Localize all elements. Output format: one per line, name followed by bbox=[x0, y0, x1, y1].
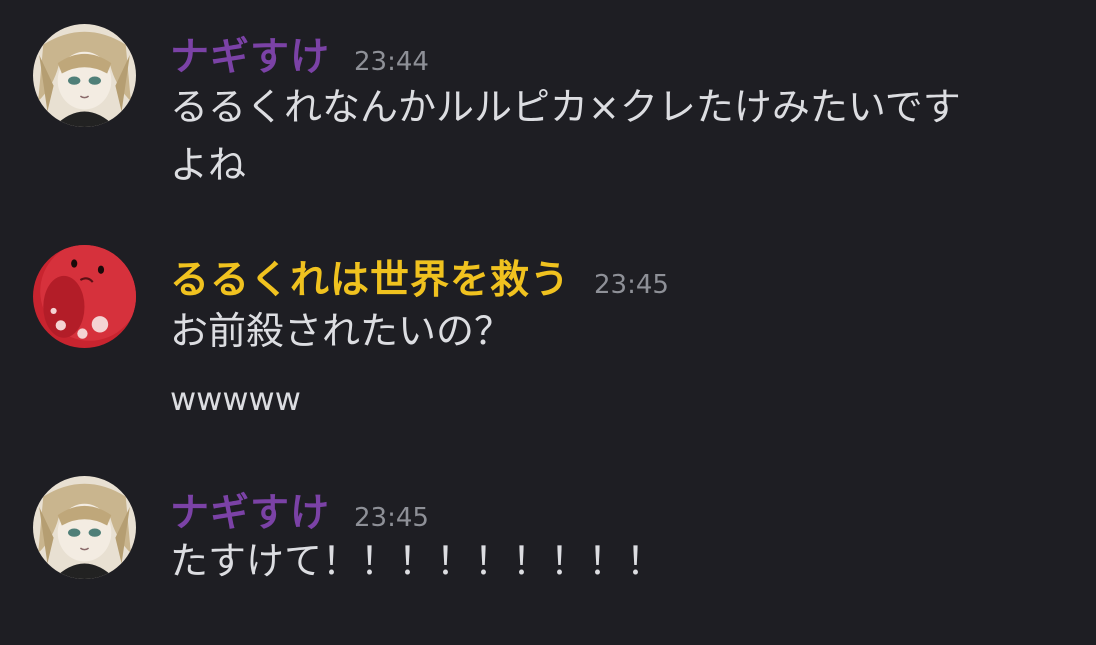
timestamp: 23:45 bbox=[354, 503, 429, 533]
username[interactable]: ナギすけ bbox=[170, 26, 330, 82]
username[interactable]: ナギすけ bbox=[170, 482, 330, 538]
message-text: たすけて！！！！！！！！！ bbox=[170, 539, 665, 583]
username[interactable]: るるくれは世界を救う bbox=[170, 249, 570, 305]
chat-message: ナギすけ 23:45 たすけて！！！！！！！！！ bbox=[0, 455, 1096, 625]
chat-message: ナギすけ 23:44 るるくれなんかルルピカ×クレたけみたいです よね bbox=[0, 0, 1096, 200]
timestamp: 23:45 bbox=[594, 270, 669, 300]
message-text: お前殺されたいの？ bbox=[170, 309, 513, 353]
user-avatar[interactable] bbox=[33, 245, 136, 348]
user-avatar[interactable] bbox=[33, 476, 136, 579]
user-avatar[interactable] bbox=[33, 24, 136, 127]
message-text: wwwww bbox=[170, 380, 301, 418]
anime-girl-avatar-icon bbox=[33, 24, 136, 127]
message-text: よね bbox=[170, 143, 247, 187]
chat-message: るるくれは世界を救う 23:45 お前殺されたいの？ wwwww bbox=[0, 220, 1096, 440]
message-text: るるくれなんかルルピカ×クレたけみたいです bbox=[170, 85, 961, 129]
red-ball-creature-avatar-icon bbox=[33, 245, 136, 348]
timestamp: 23:44 bbox=[354, 47, 429, 77]
anime-girl-avatar-icon bbox=[33, 476, 136, 579]
